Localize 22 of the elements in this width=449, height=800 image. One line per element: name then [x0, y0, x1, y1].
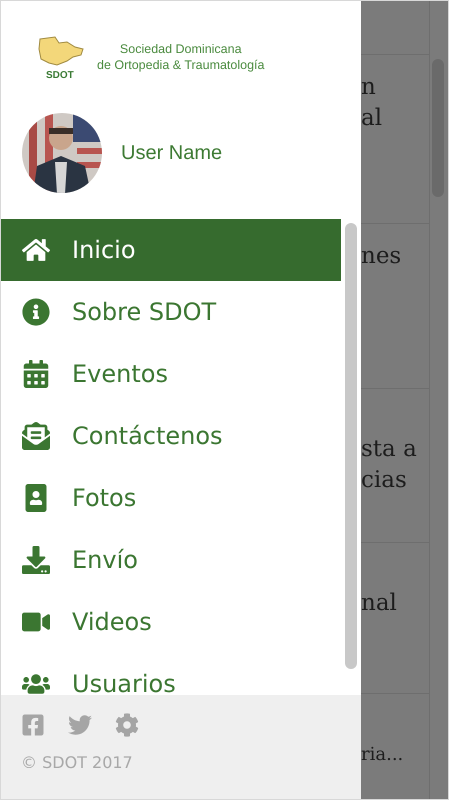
article-title: nes	[361, 242, 402, 271]
facebook-icon[interactable]	[21, 713, 45, 737]
menu-item[interactable]: Inicio	[1, 219, 341, 281]
article-title: nal	[361, 589, 398, 618]
organization-name: Sociedad Dominicana	[120, 41, 242, 57]
organization-name: de Ortopedia & Traumatología	[97, 57, 264, 73]
article-title: cias	[361, 466, 408, 495]
info-icon	[21, 298, 50, 326]
user-name: User Name	[121, 142, 222, 164]
article-title: sta a	[361, 435, 418, 464]
article-title: al	[361, 104, 384, 133]
download-icon	[21, 546, 50, 574]
bird-icon[interactable]	[68, 713, 92, 737]
logo-text: SDOT	[46, 70, 74, 81]
home-icon	[21, 236, 50, 264]
copyright: © SDOT 2017	[21, 753, 134, 772]
calendar-icon	[21, 360, 50, 388]
scrollbar[interactable]	[345, 223, 357, 669]
settings-icon[interactable]	[115, 713, 139, 737]
article-title: n	[361, 73, 377, 102]
article-title: ria...	[361, 743, 404, 767]
envelope-icon	[21, 422, 50, 450]
